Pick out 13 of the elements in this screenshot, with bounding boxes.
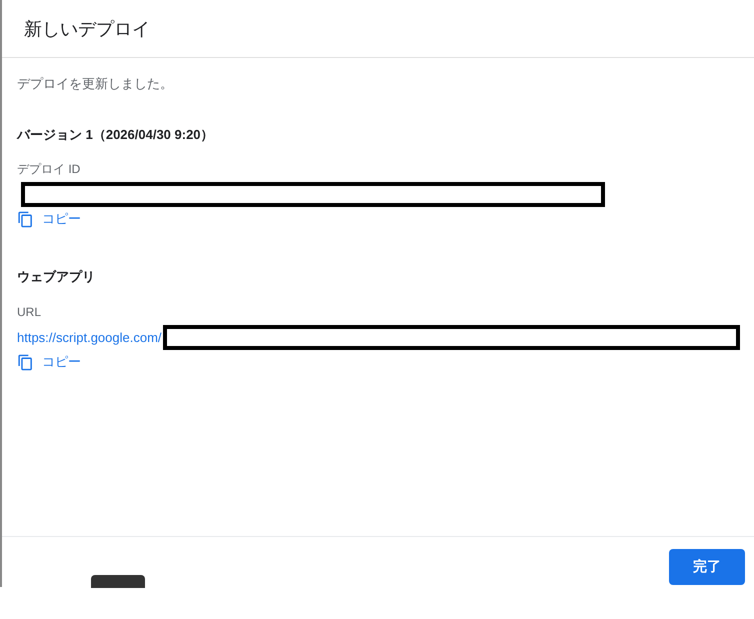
copy-icon [17,210,34,228]
field-label: URL [17,304,42,320]
dialog-title: 新しいデプロイ [24,18,150,40]
version-heading: バージョン 1（2026/04/30 9:20） [17,126,215,144]
field-label: デプロイ ID [17,161,82,177]
copy-button[interactable]: コピー [17,209,81,229]
status-message: デプロイを更新しました。 [17,75,174,93]
copy-icon [17,354,34,370]
url-link[interactable]: https://script.google.com/ [17,330,162,344]
done-button[interactable]: 完了 [669,549,745,585]
section-heading: ウェブアプリ [17,268,96,286]
tooltip [91,575,145,588]
copy-button[interactable]: コピー [17,352,81,372]
